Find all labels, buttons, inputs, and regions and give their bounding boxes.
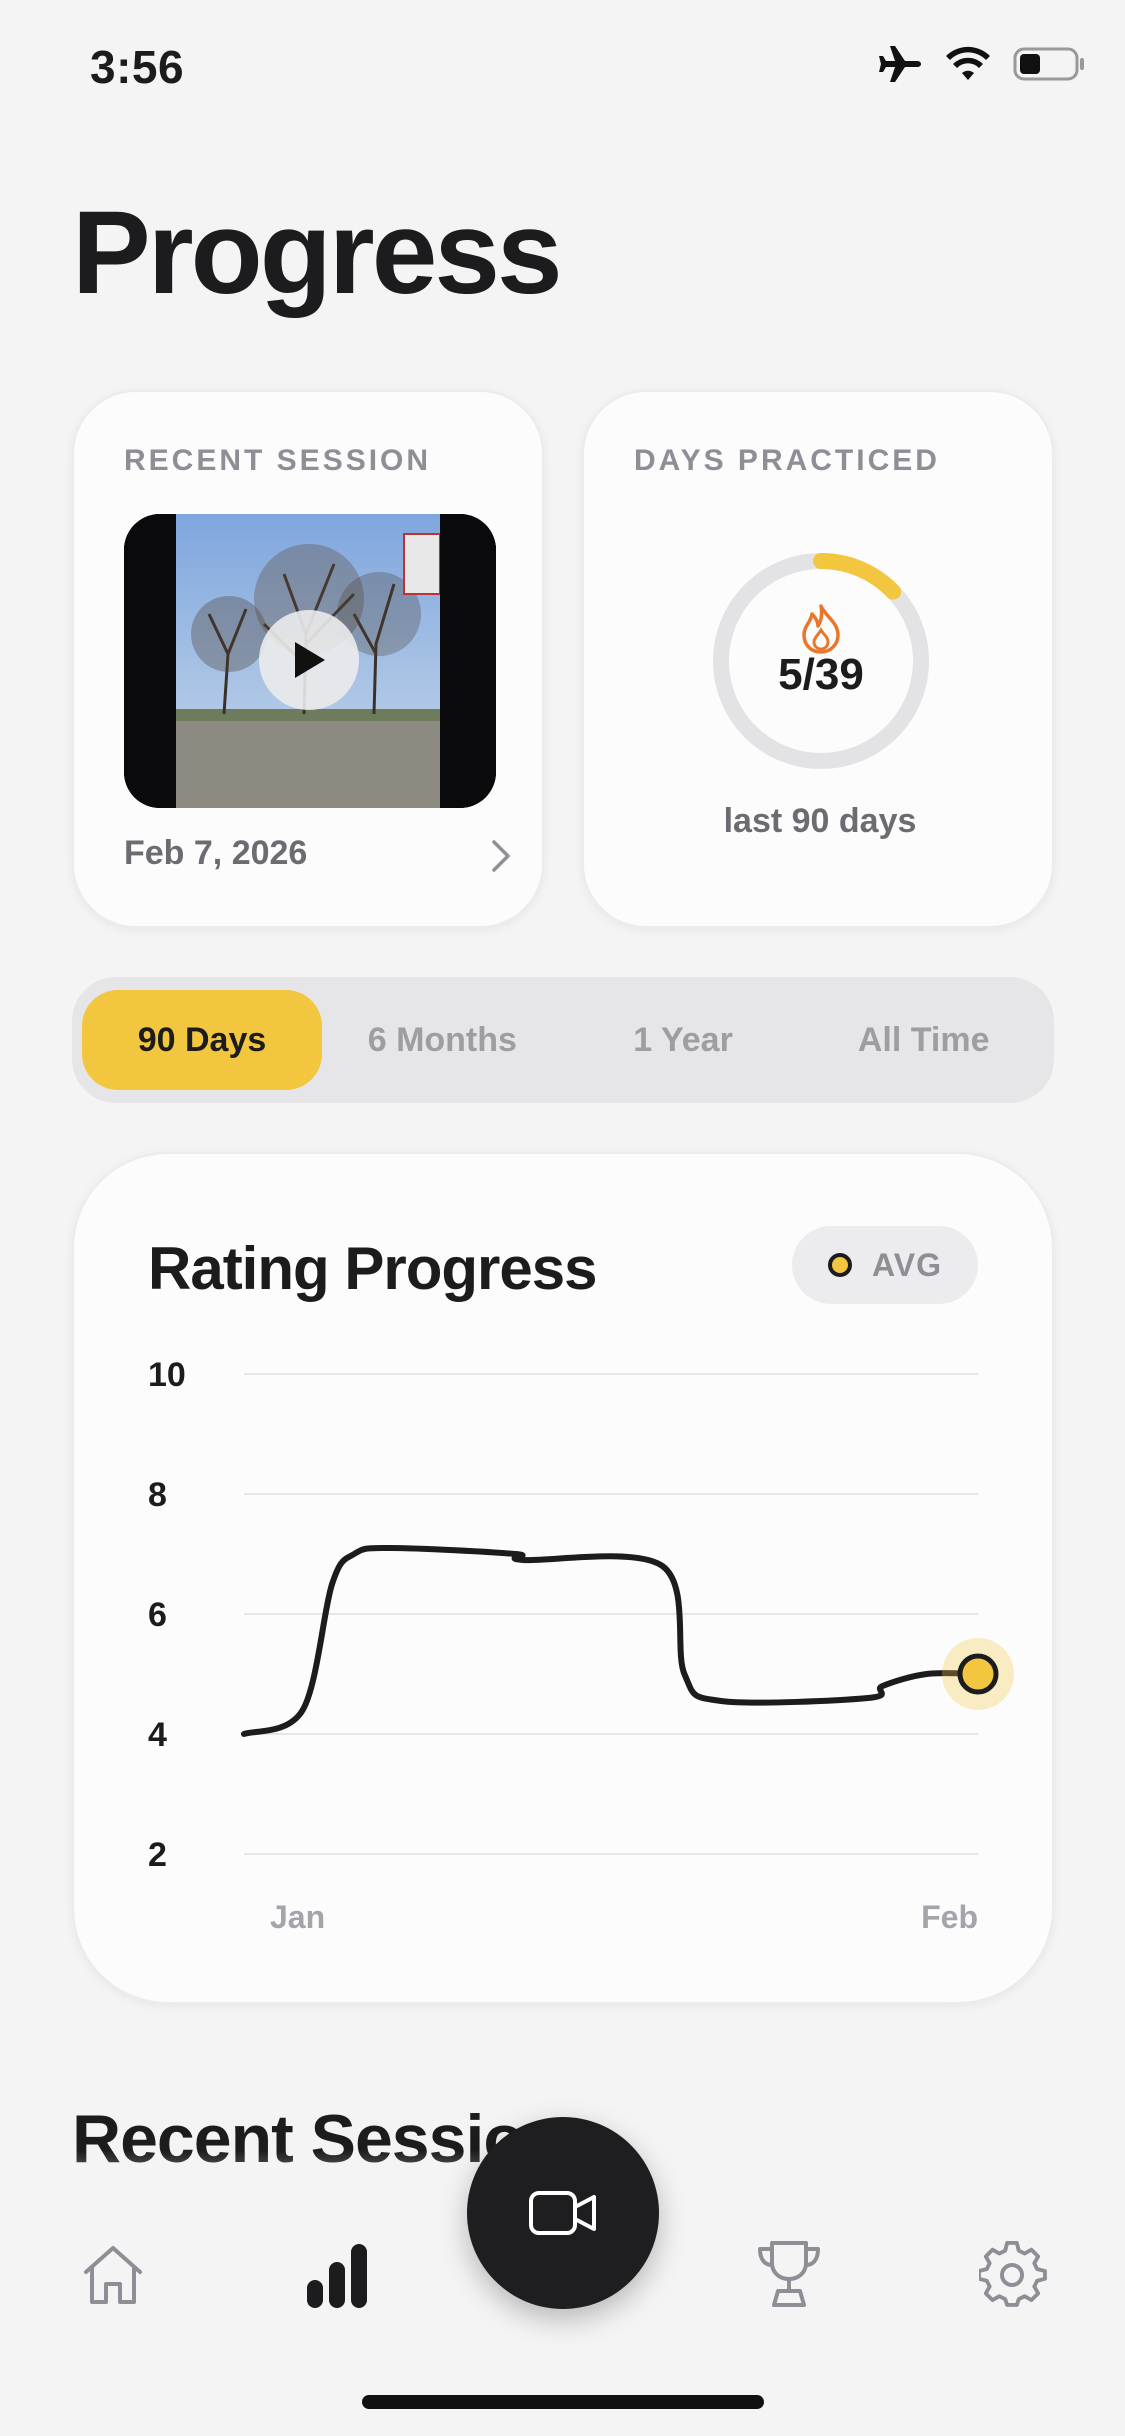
session-video-thumbnail[interactable] bbox=[124, 514, 496, 808]
page-title: Progress bbox=[72, 187, 563, 319]
y-tick-label: 2 bbox=[148, 1836, 167, 1874]
range-tab-6-months[interactable]: 6 Months bbox=[322, 990, 563, 1090]
y-tick-label: 6 bbox=[148, 1596, 167, 1634]
range-tab-90-days[interactable]: 90 Days bbox=[82, 990, 322, 1090]
series-line-avg bbox=[241, 1545, 981, 1737]
tab-trophy[interactable] bbox=[744, 2230, 834, 2320]
tab-stats[interactable] bbox=[292, 2230, 382, 2320]
y-tick-label: 10 bbox=[148, 1356, 186, 1394]
days-practiced-label: DAYS PRACTICED bbox=[634, 444, 940, 477]
status-icons bbox=[877, 44, 1085, 89]
recent-session-label: RECENT SESSION bbox=[124, 444, 432, 477]
rating-chart: 10 8 6 4 2 Jan Feb bbox=[148, 1356, 1014, 1935]
status-time: 3:56 bbox=[90, 41, 185, 93]
status-bar: 3:56 bbox=[0, 0, 1125, 140]
play-button[interactable] bbox=[259, 610, 359, 710]
chevron-right-icon[interactable] bbox=[488, 836, 514, 881]
stats-icon bbox=[307, 2244, 367, 2308]
home-icon bbox=[84, 2246, 142, 2304]
last-point-marker bbox=[957, 1653, 999, 1695]
y-tick-label: 4 bbox=[148, 1716, 167, 1754]
y-tick-label: 8 bbox=[148, 1476, 167, 1514]
tab-settings[interactable] bbox=[968, 2230, 1058, 2320]
rating-progress-card: Rating Progress AVG 10 8 6 4 2 Jan Feb bbox=[72, 1152, 1054, 2004]
record-session-button[interactable] bbox=[467, 2117, 659, 2309]
days-practiced-caption: last 90 days bbox=[723, 802, 917, 840]
play-icon bbox=[295, 642, 325, 678]
range-tab-1-year[interactable]: 1 Year bbox=[563, 990, 804, 1090]
practice-ring: 5/39 bbox=[710, 550, 932, 772]
airplane-icon bbox=[877, 44, 923, 89]
settings-icon bbox=[979, 2241, 1047, 2307]
session-date: Feb 7, 2026 bbox=[124, 834, 308, 872]
days-practiced-card[interactable]: DAYS PRACTICED 5/39 last 90 days bbox=[582, 390, 1054, 928]
flame-icon bbox=[802, 604, 840, 654]
x-tick-label: Feb bbox=[921, 1899, 978, 1935]
days-practiced-count: 5/39 bbox=[778, 650, 864, 699]
video-camera-icon bbox=[529, 2191, 596, 2235]
battery-icon bbox=[1013, 46, 1085, 87]
recent-session-card[interactable]: RECENT SESSION Feb 7, 2026 bbox=[72, 390, 544, 928]
range-selector: 90 Days 6 Months 1 Year All Time bbox=[72, 977, 1054, 1103]
tab-home[interactable] bbox=[68, 2230, 158, 2320]
x-tick-label: Jan bbox=[270, 1899, 325, 1935]
wifi-icon bbox=[945, 46, 991, 87]
range-tab-all-time[interactable]: All Time bbox=[803, 990, 1044, 1090]
home-indicator bbox=[362, 2395, 764, 2409]
trophy-icon bbox=[758, 2241, 820, 2307]
